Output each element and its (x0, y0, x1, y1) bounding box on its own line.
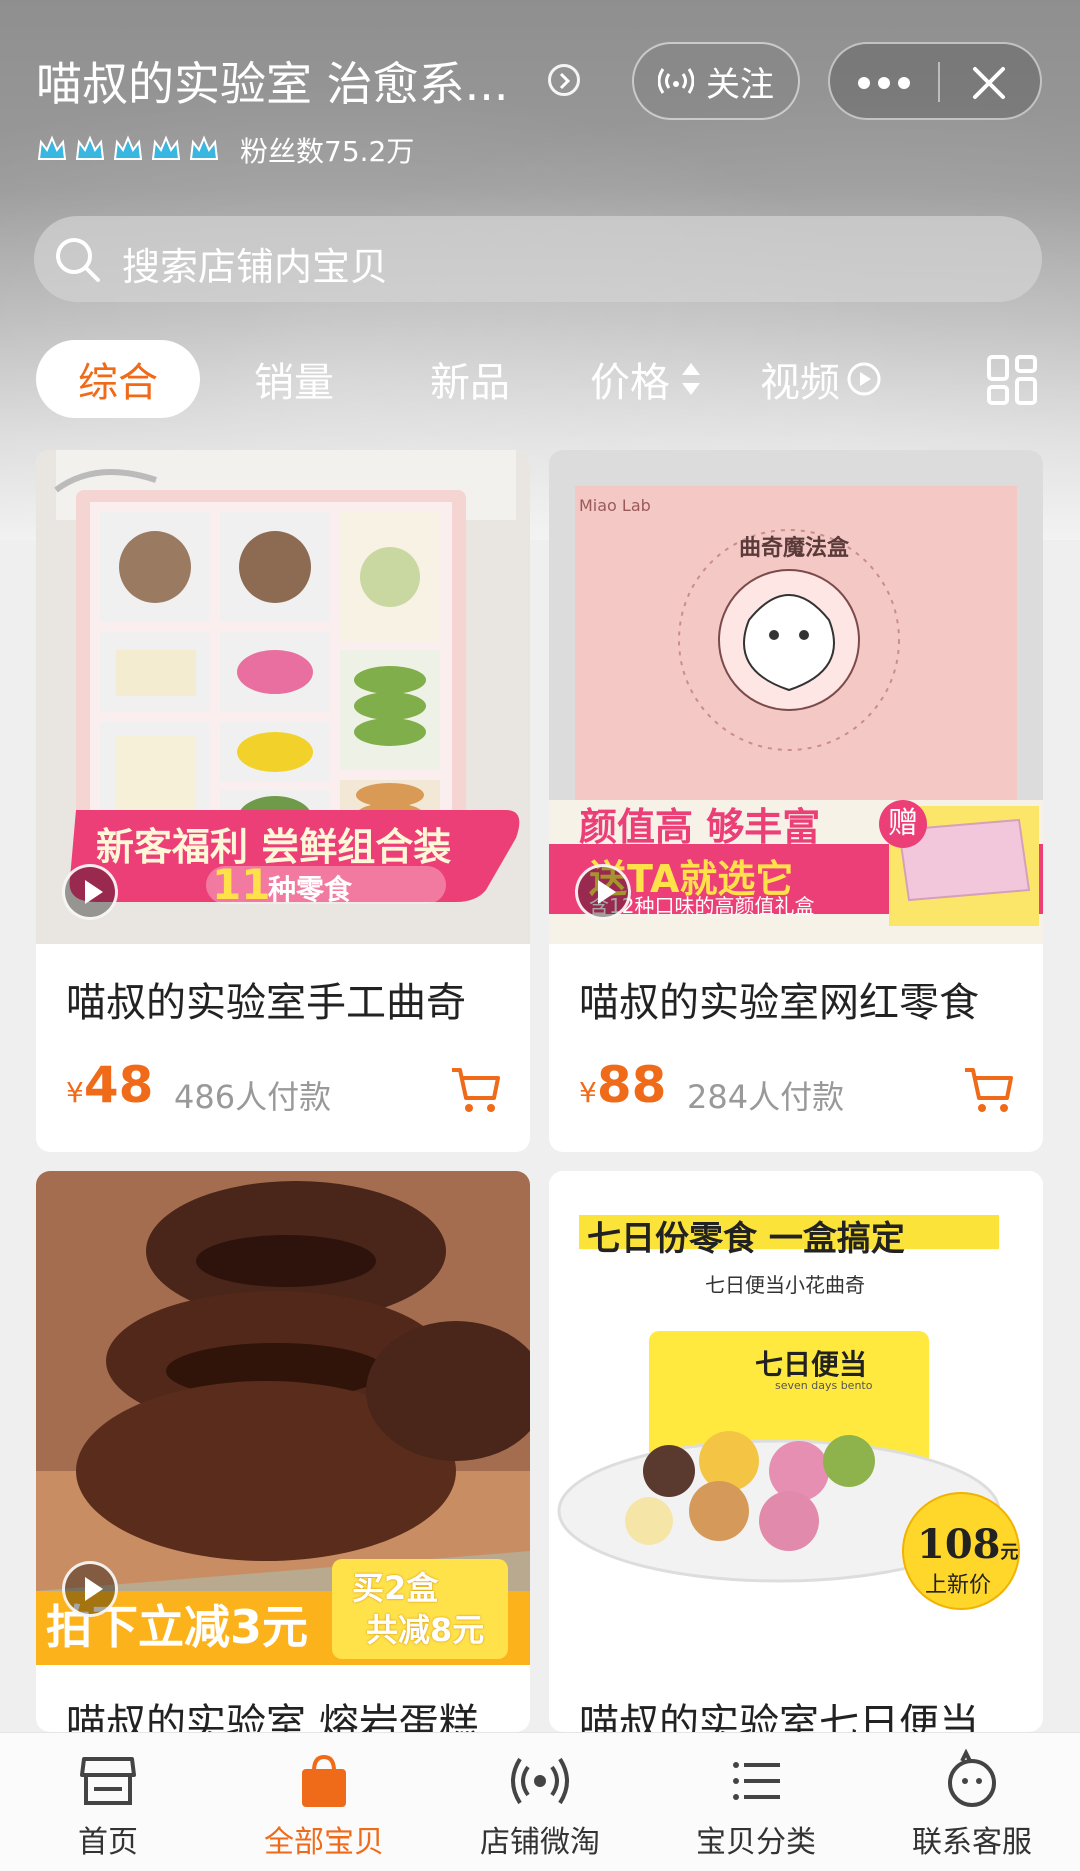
tab-label: 综合 (78, 360, 158, 406)
nav-all-items[interactable]: 全部宝贝 (216, 1733, 432, 1871)
broadcast-icon (511, 1757, 569, 1805)
tab-sales[interactable]: 销量 (254, 340, 334, 418)
add-to-cart-icon[interactable] (961, 1062, 1015, 1116)
product-name[interactable]: 喵叔的实验室 熔岩蛋糕 (66, 1691, 479, 1732)
crown-icon (75, 135, 105, 160)
badge-line1: 买2盒 (352, 1569, 439, 1607)
bag-icon (302, 1754, 346, 1807)
nav-label: 店铺微淘 (480, 1825, 600, 1860)
banner-number: 11 (212, 860, 271, 909)
product-card[interactable]: 新客福利 尝鲜组合装 11 种零食 喵叔的实验室手工曲奇 ¥48 486人付款 (36, 450, 530, 1152)
gift-badge: 赠 (879, 800, 927, 848)
product-card[interactable]: Miao Lab 曲奇魔法盒 颜值高 够丰富 赠 送TA就选它 含12种口味的高… (549, 450, 1043, 1152)
sort-arrows-icon (682, 363, 700, 395)
tab-comprehensive[interactable]: 综合 (36, 340, 200, 418)
box-label: 七日便当 (755, 1348, 868, 1381)
tab-label: 销量 (254, 360, 334, 406)
tab-video[interactable]: 视频 (760, 340, 882, 418)
crown-icon (113, 135, 143, 160)
shop-info-chevron-icon[interactable] (548, 64, 580, 96)
product-price: ¥48 (66, 1056, 153, 1114)
nav-label: 宝贝分类 (696, 1825, 816, 1860)
headline: 七日份零食 一盒搞定 (587, 1219, 905, 1259)
subline: 七日便当小花曲奇 (705, 1273, 865, 1297)
tab-label: 价格 (590, 360, 670, 406)
close-icon[interactable] (970, 64, 1008, 102)
tab-label: 视频 (760, 360, 840, 406)
search-icon (56, 238, 100, 282)
play-circle-icon (847, 362, 881, 396)
shop-icon (80, 1757, 136, 1805)
nav-label: 全部宝贝 (264, 1825, 384, 1860)
nav-label: 联系客服 (912, 1825, 1032, 1860)
video-play-icon[interactable] (575, 864, 631, 920)
badge-line2: 共减8元 (366, 1611, 485, 1649)
capsule-divider (938, 62, 940, 102)
tab-label: 新品 (430, 360, 510, 406)
product-card[interactable]: 七日份零食 一盒搞定 七日便当小花曲奇 七日便当 seven days bent… (549, 1171, 1043, 1732)
video-play-icon[interactable] (62, 1561, 118, 1617)
crown-icon (37, 135, 67, 160)
box-brand: Miao Lab (579, 496, 651, 515)
sort-tabs: 综合 销量 新品 价格 视频 (0, 340, 1080, 420)
price-value: 88 (596, 1056, 667, 1114)
grid-layout-icon[interactable] (986, 354, 1038, 406)
product-name[interactable]: 喵叔的实验室网红零食 (579, 970, 979, 1028)
nav-label: 首页 (78, 1825, 138, 1860)
box-title: 曲奇魔法盒 (739, 536, 850, 561)
badge-price-value: 108 (917, 1521, 1001, 1568)
badge-price-unit: 元 (1000, 1542, 1019, 1563)
badge-text: 上新价 (925, 1573, 992, 1598)
product-price: ¥88 (579, 1056, 666, 1114)
crown-icon (189, 135, 219, 160)
search-placeholder: 搜索店铺内宝贝 (122, 245, 389, 289)
product-name[interactable]: 喵叔的实验室七日便当 (579, 1691, 979, 1732)
follow-label: 关注 (706, 64, 774, 105)
nav-weitao[interactable]: 店铺微淘 (432, 1733, 648, 1871)
tab-price[interactable]: 价格 (590, 340, 704, 418)
currency-symbol: ¥ (579, 1076, 597, 1109)
add-to-cart-icon[interactable] (448, 1062, 502, 1116)
nav-home[interactable]: 首页 (0, 1733, 216, 1871)
more-icon[interactable] (856, 68, 912, 98)
video-play-icon[interactable] (62, 864, 118, 920)
nav-categories[interactable]: 宝贝分类 (648, 1733, 864, 1871)
banner-line2: 种零食 (268, 873, 353, 906)
fans-count: 粉丝数75.2万 (240, 135, 415, 168)
nav-customer-service[interactable]: 联系客服 (864, 1733, 1080, 1871)
product-name[interactable]: 喵叔的实验室手工曲奇 (66, 970, 466, 1028)
sold-count: 486人付款 (174, 1078, 332, 1116)
product-card[interactable]: 拍下立减3元 买2盒 共减8元 喵叔的实验室 熔岩蛋糕 (36, 1171, 530, 1732)
broadcast-icon (658, 68, 694, 94)
banner-line1: 新客福利 尝鲜组合装 (96, 825, 452, 869)
follow-button[interactable]: 关注 (632, 42, 800, 120)
shop-search-bar[interactable]: 搜索店铺内宝贝 (34, 216, 1042, 302)
currency-symbol: ¥ (66, 1076, 84, 1109)
shop-title[interactable]: 喵叔的实验室 治愈系... (36, 48, 526, 114)
tab-new[interactable]: 新品 (430, 340, 510, 418)
price-value: 48 (83, 1056, 154, 1114)
crown-icon (151, 135, 181, 160)
box-label-en: seven days bento (775, 1379, 873, 1392)
mini-program-capsule (828, 42, 1042, 120)
badge-price: 108元 (917, 1521, 1019, 1568)
list-icon (733, 1762, 780, 1800)
chat-bubble-icon (948, 1749, 996, 1807)
bottom-nav: 首页 全部宝贝 店铺微淘 宝贝分类 联系客服 (0, 1732, 1080, 1871)
sold-count: 284人付款 (687, 1078, 845, 1116)
banner-line1: 颜值高 够丰富 (579, 805, 821, 849)
shop-rating-crowns (36, 133, 220, 165)
